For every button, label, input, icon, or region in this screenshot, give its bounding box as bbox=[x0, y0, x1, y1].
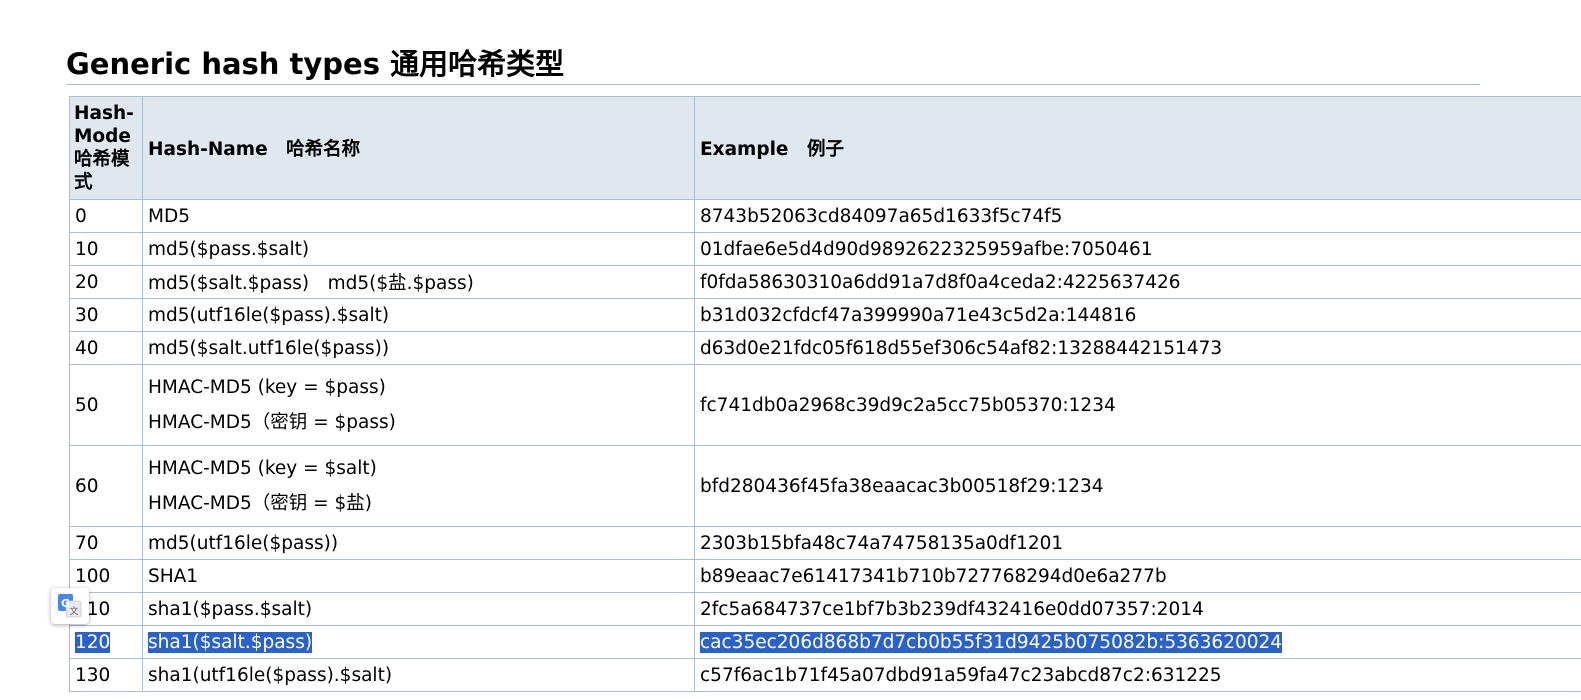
example-value: b89eaac7e61417341b710b727768294d0e6a277b bbox=[700, 565, 1167, 587]
header-hash-name: Hash-Name 哈希名称 bbox=[142, 96, 695, 200]
table-header-row: Hash-Mode 哈希模式 Hash-Name 哈希名称 Example 例子 bbox=[69, 96, 1581, 200]
example-value: f0fda58630310a6dd91a7d8f0a4ceda2:4225637… bbox=[700, 271, 1181, 293]
hash-name-value: md5(utf16le($pass).$salt) bbox=[148, 304, 390, 326]
hash-name-value: sha1(utf16le($pass).$salt) bbox=[148, 664, 393, 686]
example-cell: f0fda58630310a6dd91a7d8f0a4ceda2:4225637… bbox=[694, 265, 1581, 299]
hash-mode-value: 30 bbox=[75, 304, 99, 326]
example-cell: bfd280436f45fa38eaacac3b00518f29:1234 bbox=[694, 445, 1581, 527]
hash-mode-value: 40 bbox=[75, 337, 99, 359]
table-body: 0 MD5 8743b52063cd84097a65d1633f5c74f5 10 md… bbox=[69, 199, 1581, 692]
hash-name-cell: md5($salt.utf16le($pass)) bbox=[142, 331, 695, 365]
example-cell: 01dfae6e5d4d90d9892622325959afbe:7050461 bbox=[694, 232, 1581, 266]
hash-name-value: md5($salt.$pass) md5($盐.$pass) bbox=[148, 273, 474, 294]
hash-mode-cell: 70 bbox=[69, 526, 143, 560]
hash-name-cell: SHA1 bbox=[142, 559, 695, 593]
table-row: 20 md5($salt.$pass) md5($盐.$pass) f0fda586… bbox=[69, 265, 1581, 299]
hash-mode-value: 20 bbox=[75, 271, 99, 293]
hash-name-cell: sha1(utf16le($pass).$salt) bbox=[142, 658, 695, 692]
example-cell: fc741db0a2968c39d9c2a5cc75b05370:1234 bbox=[694, 364, 1581, 446]
example-value: 2303b15bfa48c74a74758135a0df1201 bbox=[700, 532, 1064, 554]
table-row: 60 HMAC-MD5 (key = $salt) HMAC-MD5（密钥 = $盐… bbox=[69, 445, 1581, 527]
hash-mode-cell: 0 bbox=[69, 199, 143, 233]
google-translate-icon[interactable]: G 文 bbox=[51, 588, 89, 624]
hash-name-value: md5(utf16le($pass)) bbox=[148, 532, 339, 554]
example-cell: cac35ec206d868b7d7cb0b55f31d9425b075082b… bbox=[694, 625, 1581, 659]
table-row: 50 HMAC-MD5 (key = $pass) HMAC-MD5（密钥 = $p… bbox=[69, 364, 1581, 446]
translate-glyph-icon: G 文 bbox=[58, 594, 82, 618]
hash-name-cell: MD5 bbox=[142, 199, 695, 233]
example-cell: 8743b52063cd84097a65d1633f5c74f5 bbox=[694, 199, 1581, 233]
table-row: 110 sha1($pass.$salt) 2fc5a684737ce1bf7b3b… bbox=[69, 592, 1581, 626]
header-hash-mode: Hash-Mode 哈希模式 bbox=[69, 96, 143, 200]
table-row: 40 md5($salt.utf16le($pass)) d63d0e21fdc05… bbox=[69, 331, 1581, 365]
example-value: bfd280436f45fa38eaacac3b00518f29:1234 bbox=[700, 475, 1104, 497]
hash-mode-value: 50 bbox=[75, 394, 99, 416]
table-row: 30 md5(utf16le($pass).$salt) b31d032cfdcf4… bbox=[69, 298, 1581, 332]
hash-name-value: md5($salt.utf16le($pass)) bbox=[148, 337, 390, 359]
example-value: cac35ec206d868b7d7cb0b55f31d9425b075082b… bbox=[700, 631, 1283, 653]
hash-mode-value: 10 bbox=[75, 238, 99, 260]
hash-mode-cell: 10 bbox=[69, 232, 143, 266]
table-row: 100 SHA1 b89eaac7e61417341b710b727768294d0… bbox=[69, 559, 1581, 593]
hash-name-value: HMAC-MD5 (key = $pass) bbox=[148, 377, 386, 398]
hash-mode-cell: 130 bbox=[69, 658, 143, 692]
hash-name-value: SHA1 bbox=[148, 565, 199, 587]
table-row: 70 md5(utf16le($pass)) 2303b15bfa48c74a747… bbox=[69, 526, 1581, 560]
example-cell: b31d032cfdcf47a399990a71e43c5d2a:144816 bbox=[694, 298, 1581, 332]
hash-mode-cell: 60 bbox=[69, 445, 143, 527]
hash-name-value: HMAC-MD5（密钥 = $盐) bbox=[148, 493, 373, 514]
hash-name-cell: md5(utf16le($pass)) bbox=[142, 526, 695, 560]
example-cell: 2303b15bfa48c74a74758135a0df1201 bbox=[694, 526, 1581, 560]
hash-mode-cell: 120 bbox=[69, 625, 143, 659]
example-value: fc741db0a2968c39d9c2a5cc75b05370:1234 bbox=[700, 394, 1116, 416]
hash-mode-cell: 40 bbox=[69, 331, 143, 365]
hash-name-value: sha1($pass.$salt) bbox=[148, 598, 313, 620]
header-example: Example 例子 bbox=[694, 96, 1581, 200]
hash-mode-value: 100 bbox=[75, 565, 111, 587]
hash-name-cell: md5($salt.$pass) md5($盐.$pass) bbox=[142, 265, 695, 299]
table-row: 10 md5($pass.$salt) 01dfae6e5d4d90d9892622… bbox=[69, 232, 1581, 266]
hash-name-cell: HMAC-MD5 (key = $pass) HMAC-MD5（密钥 = $pas… bbox=[142, 364, 695, 446]
hash-mode-value: 70 bbox=[75, 532, 99, 554]
hash-name-value: md5($pass.$salt) bbox=[148, 238, 310, 260]
example-value: 8743b52063cd84097a65d1633f5c74f5 bbox=[700, 205, 1063, 227]
hash-name-value: HMAC-MD5 (key = $salt) bbox=[148, 458, 377, 479]
svg-text:文: 文 bbox=[69, 605, 78, 617]
hash-name-cell: md5(utf16le($pass).$salt) bbox=[142, 298, 695, 332]
hash-mode-cell: 50 bbox=[69, 364, 143, 446]
hash-name-cell: sha1($salt.$pass) bbox=[142, 625, 695, 659]
example-cell: b89eaac7e61417341b710b727768294d0e6a277b bbox=[694, 559, 1581, 593]
page-title: Generic hash types 通用哈希类型 bbox=[66, 45, 1480, 86]
example-cell: d63d0e21fdc05f618d55ef306c54af82:1328844… bbox=[694, 331, 1581, 365]
hash-name-cell: md5($pass.$salt) bbox=[142, 232, 695, 266]
example-value: 2fc5a684737ce1bf7b3b239df432416e0dd07357… bbox=[700, 598, 1204, 620]
table-row: 130 sha1(utf16le($pass).$salt) c57f6ac1b71… bbox=[69, 658, 1581, 692]
example-cell: c57f6ac1b71f45a07dbd91a59fa47c23abcd87c2… bbox=[694, 658, 1581, 692]
table-row: 120 sha1($salt.$pass) cac35ec206d868b7d7cb… bbox=[69, 625, 1581, 659]
hash-name-value: HMAC-MD5（密钥 = $pass) bbox=[148, 412, 396, 433]
example-cell: 2fc5a684737ce1bf7b3b239df432416e0dd07357… bbox=[694, 592, 1581, 626]
hash-mode-cell: 20 bbox=[69, 265, 143, 299]
example-value: d63d0e21fdc05f618d55ef306c54af82:1328844… bbox=[700, 337, 1223, 359]
example-value: 01dfae6e5d4d90d9892622325959afbe:7050461 bbox=[700, 238, 1153, 260]
hash-mode-value: 60 bbox=[75, 475, 99, 497]
hash-name-cell: sha1($pass.$salt) bbox=[142, 592, 695, 626]
hash-types-table: Hash-Mode 哈希模式 Hash-Name 哈希名称 Example 例子… bbox=[69, 96, 1581, 692]
example-value: c57f6ac1b71f45a07dbd91a59fa47c23abcd87c2… bbox=[700, 664, 1222, 686]
hash-mode-value: 0 bbox=[75, 205, 87, 227]
hash-mode-cell: 30 bbox=[69, 298, 143, 332]
hash-name-value: sha1($salt.$pass) bbox=[148, 631, 313, 653]
hash-name-value: MD5 bbox=[148, 205, 190, 227]
hash-name-cell: HMAC-MD5 (key = $salt) HMAC-MD5（密钥 = $盐) bbox=[142, 445, 695, 527]
table-row: 0 MD5 8743b52063cd84097a65d1633f5c74f5 bbox=[69, 199, 1581, 233]
example-value: b31d032cfdcf47a399990a71e43c5d2a:144816 bbox=[700, 304, 1137, 326]
hash-mode-value: 130 bbox=[75, 664, 111, 686]
hash-mode-value: 120 bbox=[75, 631, 111, 653]
